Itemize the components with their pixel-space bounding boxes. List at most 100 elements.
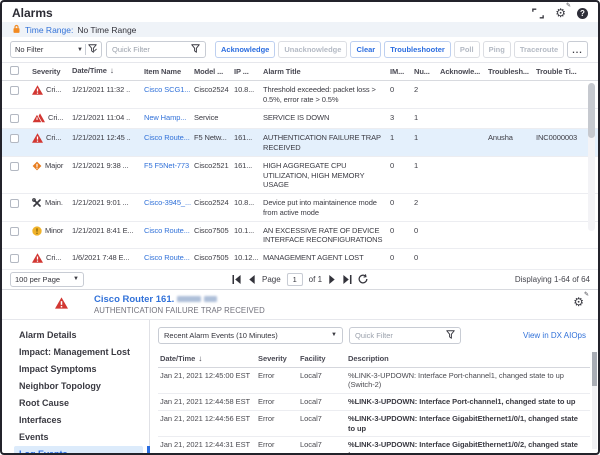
alarm-detail-header: Cisco Router 161. AUTHENTICATION FAILURE… <box>2 289 598 319</box>
select-all-checkbox[interactable] <box>10 66 19 75</box>
col-header-event-facility[interactable]: Facility <box>300 354 348 364</box>
alarm-row[interactable]: Cri...1/21/2021 12:45 ..Cisco Route...F5… <box>2 129 598 157</box>
event-row[interactable]: Jan 21, 2021 12:44:58 ESTErrorLocal7%LIN… <box>158 394 590 411</box>
sidebar-item-interfaces[interactable]: Interfaces <box>14 412 143 428</box>
row-checkbox[interactable] <box>10 162 19 171</box>
item-name-link[interactable]: Cisco-3945_... <box>144 198 194 208</box>
detail-alarm-title: AUTHENTICATION FAILURE TRAP RECEIVED <box>94 306 265 315</box>
severity-label: Minor <box>45 226 63 236</box>
alarm-row[interactable]: Major1/21/2021 9:38 ...F5 F5Net-773Cisco… <box>2 157 598 194</box>
toolbar-button-unacknowledge[interactable]: Unacknowledge <box>278 41 347 58</box>
event-severity-cell: Error <box>258 414 300 423</box>
quick-filter-box <box>106 41 206 58</box>
filter-toolbar: No Filter ▼ AcknowledgeUnacknowledgeClea… <box>2 37 598 62</box>
event-row[interactable]: Jan 21, 2021 12:44:31 ESTErrorLocal7%LIN… <box>158 437 590 453</box>
scrollbar-thumb[interactable] <box>592 352 597 386</box>
filter-select[interactable]: No Filter ▼ <box>10 41 102 58</box>
event-row[interactable]: Jan 21, 2021 12:45:00 ESTErrorLocal7%LIN… <box>158 368 590 395</box>
alarm-row[interactable]: Cri...1/21/2021 11:04 ..New Hamp...Servi… <box>2 109 598 130</box>
toolbar-button-more[interactable]: ... <box>567 41 588 58</box>
view-in-dx-aiops-link[interactable]: View in DX AIOps <box>523 331 590 340</box>
toolbar-buttons: AcknowledgeUnacknowledgeClearTroubleshoo… <box>215 41 588 58</box>
settings-gear-icon[interactable]: ⚙✎ <box>555 7 566 19</box>
sidebar-item-log-events[interactable]: Log Events <box>14 446 143 453</box>
row-checkbox[interactable] <box>10 199 19 208</box>
detail-device-link[interactable]: Cisco Router 161. <box>94 294 265 305</box>
refresh-icon[interactable] <box>358 274 368 284</box>
col-header-model[interactable]: Model ... <box>194 67 234 77</box>
col-header-im[interactable]: IM... <box>390 67 414 77</box>
event-description-cell: %LINK-3-UPDOWN: Interface Port-channel1,… <box>348 371 590 391</box>
col-header-event-datetime[interactable]: Date/Time↓ <box>158 354 258 364</box>
time-range-chip[interactable]: Time Range: No Time Range <box>2 22 598 37</box>
event-row[interactable]: Jan 21, 2021 12:44:56 ESTErrorLocal7%LIN… <box>158 411 590 438</box>
alarm-row[interactable]: Cri...1/21/2021 11:32 ..Cisco SCG1...Cis… <box>2 81 598 109</box>
col-header-event-severity[interactable]: Severity <box>258 354 300 364</box>
item-name-link[interactable]: Cisco SCG1... <box>144 85 194 95</box>
datetime-cell: 1/21/2021 12:45 .. <box>72 133 144 143</box>
im-cell: 1 <box>390 133 414 143</box>
toolbar-button-troubleshooter[interactable]: Troubleshooter <box>384 41 451 58</box>
sidebar-item-impact-symptoms[interactable]: Impact Symptoms <box>14 361 143 377</box>
datetime-cell: 1/21/2021 8:41 E... <box>72 226 144 236</box>
alarm-row[interactable]: Minor1/21/2021 8:41 E...Cisco Route...Ci… <box>2 222 598 250</box>
model-cell: Cisco2524 <box>194 85 234 95</box>
layout-toggle-icon[interactable] <box>532 8 544 19</box>
sidebar-item-events[interactable]: Events <box>14 429 143 445</box>
alarm-row[interactable]: Main.1/21/2021 9:01 ...Cisco-3945_...Cis… <box>2 194 598 222</box>
alarm-title-cell: AN EXCESSIVE RATE OF DEVICE INTERFACE RE… <box>263 226 390 246</box>
col-header-event-description[interactable]: Description <box>348 354 590 364</box>
toolbar-button-ping[interactable]: Ping <box>483 41 511 58</box>
help-icon[interactable]: ? <box>577 8 588 19</box>
col-header-item[interactable]: Item Name <box>144 67 194 77</box>
row-checkbox[interactable] <box>10 227 19 236</box>
sidebar-item-root-cause[interactable]: Root Cause <box>14 395 143 411</box>
row-checkbox[interactable] <box>10 114 19 123</box>
page-number-input[interactable] <box>287 273 303 286</box>
per-page-value: 100 per Page <box>15 275 60 284</box>
per-page-select[interactable]: 100 per Page ▼ <box>10 272 84 287</box>
critical-icon <box>32 85 43 95</box>
item-name-link[interactable]: New Hamp... <box>144 113 194 123</box>
toolbar-button-acknowledge[interactable]: Acknowledge <box>215 41 275 58</box>
sidebar-item-neighbor-topology[interactable]: Neighbor Topology <box>14 378 143 394</box>
col-header-severity[interactable]: Severity <box>32 67 72 77</box>
col-header-ticket[interactable]: Trouble Ti... <box>536 67 590 77</box>
col-header-nu[interactable]: Nu... <box>414 67 440 77</box>
item-name-link[interactable]: Cisco Route... <box>144 253 194 263</box>
events-quick-filter-input[interactable] <box>355 331 429 340</box>
alarm-row[interactable]: Cri...1/6/2021 7:48 E...Cisco Route...Ci… <box>2 249 598 270</box>
row-checkbox[interactable] <box>10 254 19 263</box>
sidebar-item-impact-management-lost[interactable]: Impact: Management Lost <box>14 344 143 360</box>
sidebar-item-alarm-details[interactable]: Alarm Details <box>14 327 143 343</box>
row-checkbox[interactable] <box>10 134 19 143</box>
scrollbar-thumb[interactable] <box>588 83 595 138</box>
model-cell: Service <box>194 113 234 123</box>
col-header-datetime[interactable]: Date/Time↓ <box>72 66 144 76</box>
col-header-ip[interactable]: IP ... <box>234 67 263 77</box>
page-title: Alarms <box>12 6 53 20</box>
item-name-link[interactable]: Cisco Route... <box>144 133 194 143</box>
header-icons: ⚙✎ ? <box>532 7 588 19</box>
item-name-link[interactable]: F5 F5Net-773 <box>144 161 194 171</box>
toolbar-button-clear[interactable]: Clear <box>350 41 381 58</box>
item-name-link[interactable]: Cisco Route... <box>144 226 194 236</box>
detail-gear-icon[interactable]: ⚙✎ <box>573 296 584 308</box>
next-page-icon[interactable] <box>328 275 336 284</box>
prev-page-icon[interactable] <box>248 275 256 284</box>
alarm-table-header: Severity Date/Time↓ Item Name Model ... … <box>2 62 598 81</box>
col-header-title[interactable]: Alarm Title <box>263 67 390 77</box>
events-range-select[interactable]: Recent Alarm Events (10 Minutes) ▼ <box>158 327 343 344</box>
last-page-icon[interactable] <box>342 275 352 284</box>
page-label: Page <box>262 275 281 284</box>
severity-cell: Cri... <box>32 133 72 143</box>
first-page-icon[interactable] <box>232 275 242 284</box>
quick-filter-input[interactable] <box>112 45 186 54</box>
col-header-acknowledged[interactable]: Acknowle... <box>440 67 488 77</box>
detail-sidebar: Alarm DetailsImpact: Management LostImpa… <box>2 320 150 453</box>
row-checkbox[interactable] <box>10 86 19 95</box>
toolbar-button-traceroute[interactable]: Traceroute <box>514 41 564 58</box>
toolbar-button-poll[interactable]: Poll <box>454 41 480 58</box>
col-header-troubleshooter[interactable]: Troublesh... <box>488 67 536 77</box>
filter-edit-icon[interactable] <box>88 44 97 55</box>
